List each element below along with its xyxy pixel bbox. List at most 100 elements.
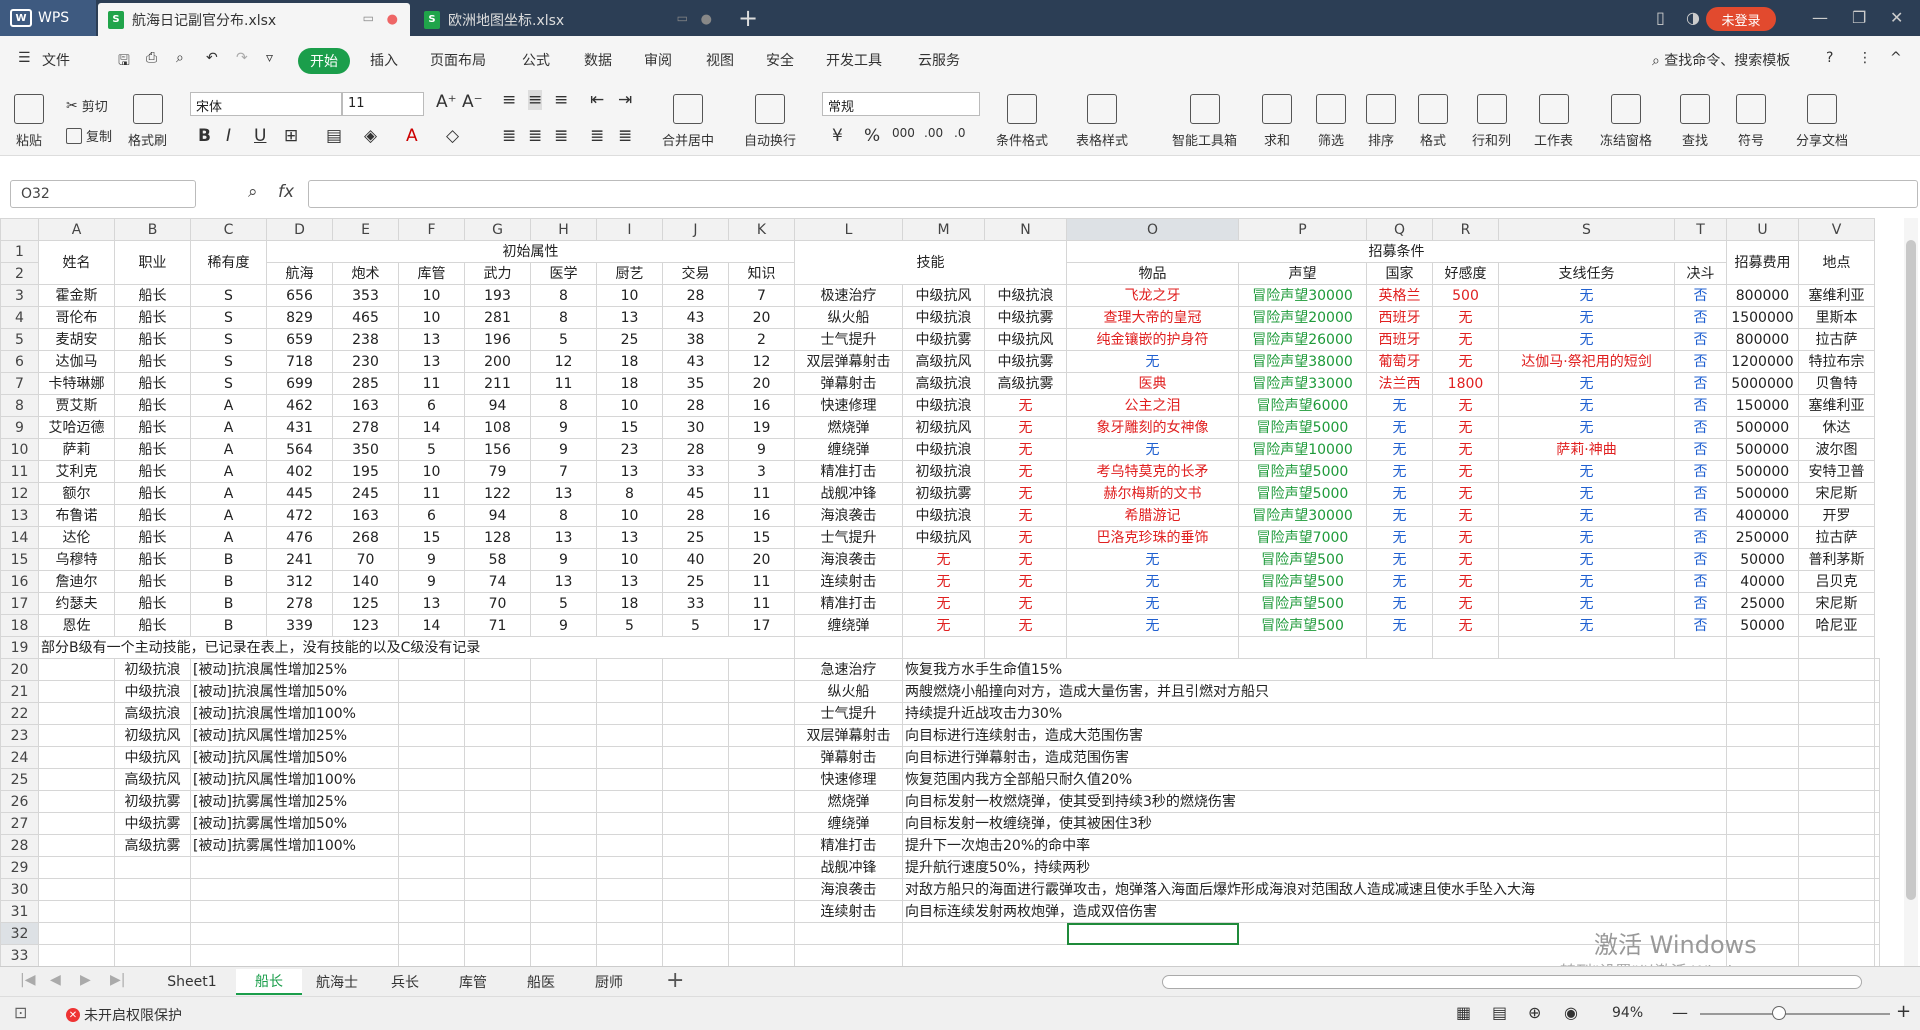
table-cell[interactable] <box>1726 878 1799 901</box>
symbol-button[interactable]: 符号 <box>1736 94 1766 149</box>
font-grow-icon[interactable]: A⁺ <box>436 92 457 112</box>
table-cell[interactable]: 船长 <box>114 328 191 351</box>
passive-skill-desc[interactable]: [被动]抗风属性增加100% <box>190 768 399 791</box>
table-cell[interactable]: 无 <box>1498 548 1675 571</box>
table-cell[interactable]: 无 <box>1498 504 1675 527</box>
table-cell[interactable] <box>596 900 663 923</box>
table-cell[interactable]: 约瑟夫 <box>38 592 115 615</box>
table-cell[interactable]: 74 <box>464 570 531 593</box>
table-cell[interactable]: 28 <box>662 284 729 307</box>
table-cell[interactable] <box>464 944 531 966</box>
row-header[interactable]: 3 <box>0 284 39 307</box>
table-cell[interactable]: 70 <box>464 592 531 615</box>
table-cell[interactable]: 150000 <box>1726 394 1799 417</box>
table-cell[interactable]: 宋尼斯 <box>1798 482 1875 505</box>
table-cell[interactable]: 无 <box>1498 372 1675 395</box>
sheet-tab[interactable]: Sheet1 <box>150 969 234 995</box>
column-header-q[interactable]: Q <box>1366 218 1433 241</box>
menu-cloud[interactable]: 云服务 <box>918 50 960 70</box>
active-skill-desc[interactable]: 两艘燃烧小船撞向对方，造成大量伤害，并且引燃对方船只 <box>902 680 1727 703</box>
table-cell[interactable]: 船长 <box>114 504 191 527</box>
column-header-u[interactable]: U <box>1726 218 1799 241</box>
add-sheet-icon[interactable]: + <box>666 968 684 993</box>
decrease-decimal-icon[interactable]: .0 <box>954 126 965 140</box>
row-header[interactable]: 31 <box>0 900 39 923</box>
table-cell[interactable] <box>398 724 465 747</box>
table-cell[interactable]: 无 <box>1066 570 1239 593</box>
table-cell[interactable] <box>1674 636 1727 659</box>
table-cell[interactable] <box>398 922 465 945</box>
table-cell[interactable] <box>1726 746 1799 769</box>
table-cell[interactable]: 中级抗风 <box>902 284 985 307</box>
table-cell[interactable] <box>1874 746 1880 769</box>
table-cell[interactable]: 10 <box>398 460 465 483</box>
table-cell[interactable]: 无 <box>1432 416 1499 439</box>
table-cell[interactable]: 350 <box>332 438 399 461</box>
header-recruit-cond-cell[interactable]: 招募条件 <box>1066 240 1727 263</box>
table-cell[interactable] <box>596 746 663 769</box>
table-cell[interactable]: 无 <box>1432 614 1499 637</box>
column-header-h[interactable]: H <box>530 218 597 241</box>
table-cell[interactable]: 冒险声望20000 <box>1238 306 1367 329</box>
row-header[interactable]: 22 <box>0 702 39 725</box>
table-cell[interactable] <box>1874 702 1880 725</box>
table-cell[interactable] <box>530 812 597 835</box>
table-cell[interactable] <box>530 834 597 857</box>
thousands-icon[interactable]: 000 <box>892 126 915 140</box>
table-cell[interactable]: 无 <box>902 570 985 593</box>
table-cell[interactable] <box>662 856 729 879</box>
table-cell[interactable]: 无 <box>1066 548 1239 571</box>
table-cell[interactable]: 哈尼亚 <box>1798 614 1875 637</box>
table-cell[interactable]: 西班牙 <box>1366 306 1433 329</box>
table-cell[interactable]: 58 <box>464 548 531 571</box>
table-cell[interactable]: 5 <box>662 614 729 637</box>
table-cell[interactable] <box>596 658 663 681</box>
table-cell[interactable]: 否 <box>1674 482 1727 505</box>
table-cell[interactable]: 128 <box>464 526 531 549</box>
align-left-icon[interactable]: ≣ <box>502 126 516 146</box>
table-cell[interactable] <box>662 680 729 703</box>
table-cell[interactable]: 无 <box>902 548 985 571</box>
table-cell[interactable]: 冒险声望26000 <box>1238 328 1367 351</box>
table-cell[interactable]: 士气提升 <box>794 328 903 351</box>
table-cell[interactable]: 250000 <box>1726 526 1799 549</box>
table-cell[interactable]: 象牙雕刻的女神像 <box>1066 416 1239 439</box>
table-cell[interactable]: 16 <box>728 504 795 527</box>
row-header[interactable]: 21 <box>0 680 39 703</box>
table-cell[interactable]: 否 <box>1674 328 1727 351</box>
active-skill-desc[interactable]: 恢复我方水手生命值15% <box>902 658 1727 681</box>
table-cell[interactable] <box>38 768 115 791</box>
restore-icon[interactable]: ❐ <box>1852 8 1866 27</box>
table-cell[interactable] <box>596 834 663 857</box>
share-button[interactable]: 分享文档 <box>1796 94 1848 149</box>
row-header[interactable]: 11 <box>0 460 39 483</box>
table-cell[interactable] <box>662 658 729 681</box>
table-cell[interactable] <box>1874 768 1880 791</box>
table-cell[interactable] <box>1874 834 1880 857</box>
table-cell[interactable]: 353 <box>332 284 399 307</box>
header-attr-cell[interactable]: 炮术 <box>332 262 399 285</box>
table-cell[interactable]: 贝鲁特 <box>1798 372 1875 395</box>
align-center-icon[interactable]: ≣ <box>528 126 542 146</box>
table-cell[interactable]: 25 <box>662 570 729 593</box>
smart-toolbox-button[interactable]: 智能工具箱 <box>1172 94 1237 149</box>
table-cell[interactable] <box>662 702 729 725</box>
table-cell[interactable]: 无 <box>1366 438 1433 461</box>
vertical-scroll-thumb[interactable] <box>1906 240 1916 900</box>
table-cell[interactable] <box>464 900 531 923</box>
table-cell[interactable]: 无 <box>984 460 1067 483</box>
table-cell[interactable]: 18 <box>596 592 663 615</box>
zoom-slider[interactable] <box>1700 1013 1890 1015</box>
table-cell[interactable]: 11 <box>398 372 465 395</box>
align-bottom-icon[interactable]: ≡ <box>554 90 568 110</box>
table-cell[interactable]: 船长 <box>114 614 191 637</box>
table-cell[interactable]: 船长 <box>114 350 191 373</box>
note-cell[interactable]: 部分B级有一个主动技能，已记录在表上，没有技能的以及C级没有记录 <box>38 636 795 659</box>
table-cell[interactable]: 15 <box>596 416 663 439</box>
table-cell[interactable]: A <box>190 438 267 461</box>
table-cell[interactable]: B <box>190 548 267 571</box>
table-cell[interactable]: 双层弹幕射击 <box>794 350 903 373</box>
menu-formula[interactable]: 公式 <box>522 50 550 70</box>
table-cell[interactable]: 布鲁诺 <box>38 504 115 527</box>
table-cell[interactable]: 14 <box>398 614 465 637</box>
